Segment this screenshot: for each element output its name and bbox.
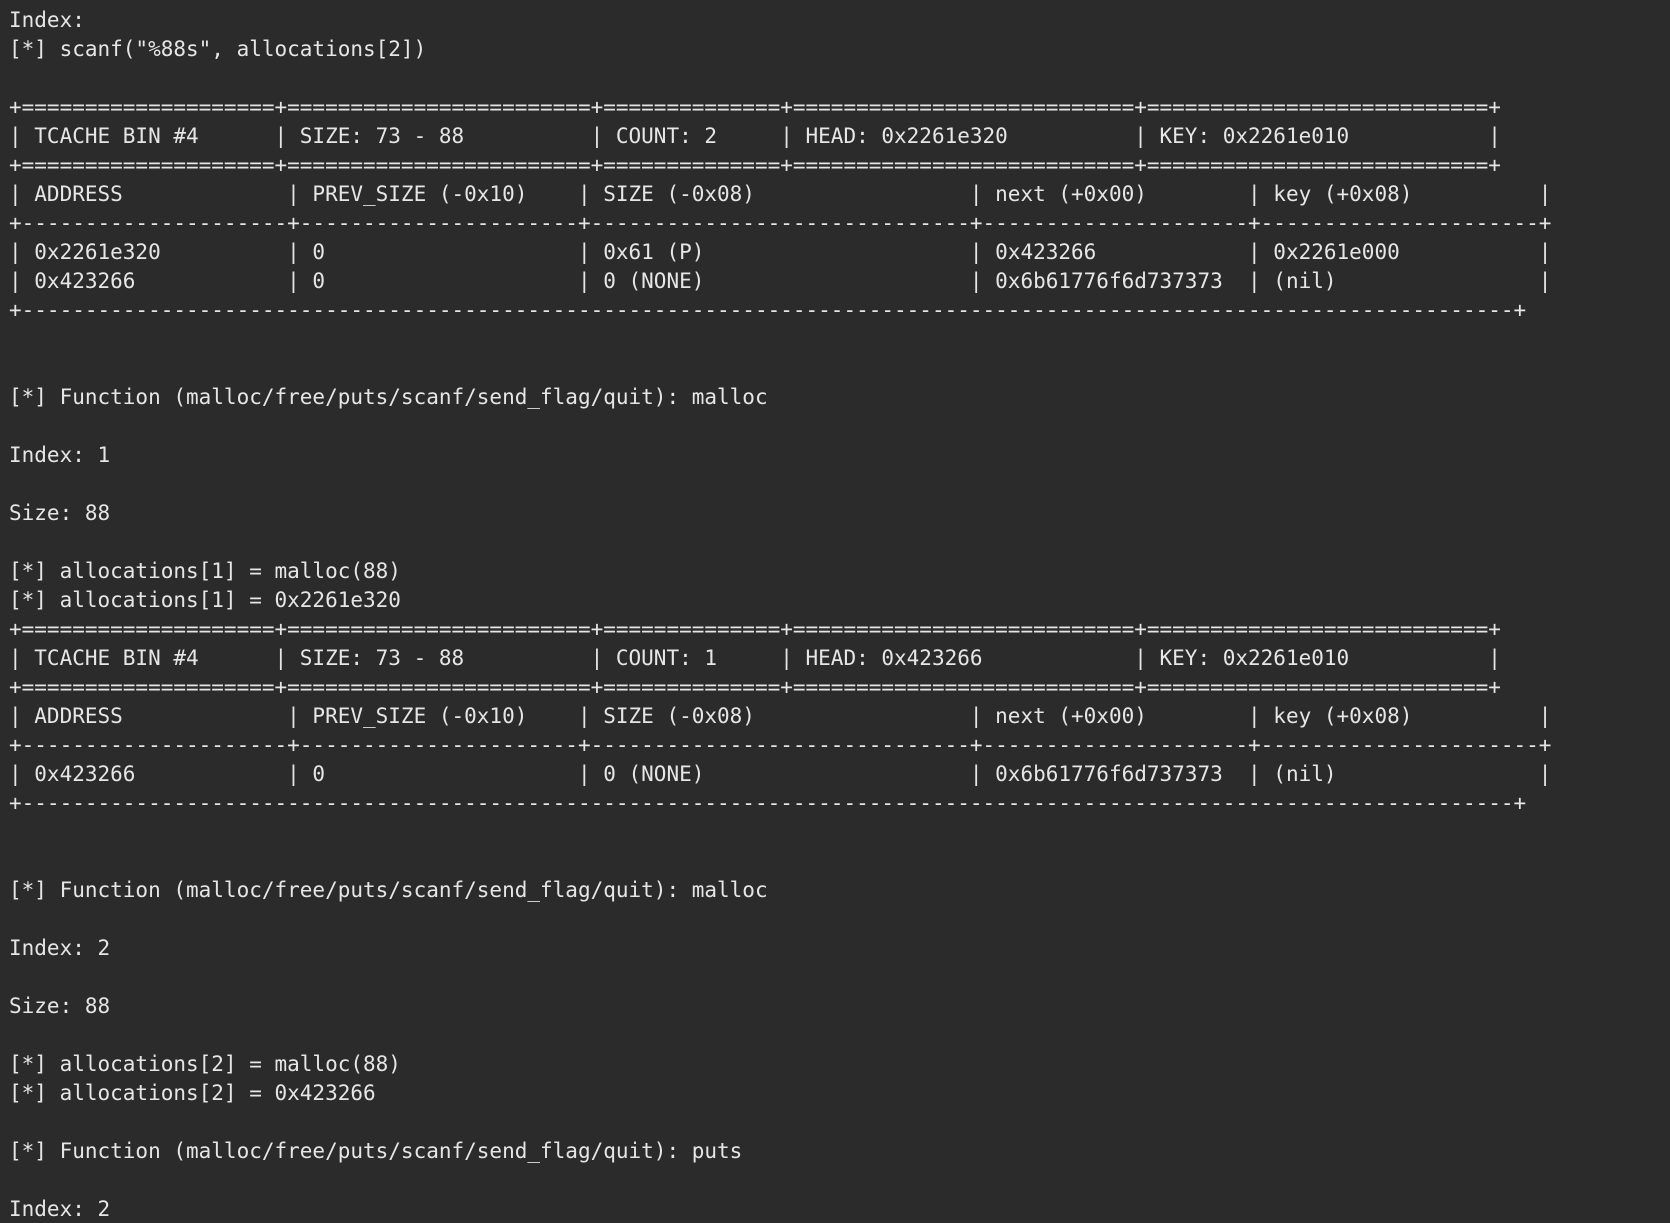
terminal-line: [*] scanf("%88s", allocations[2]) bbox=[9, 37, 427, 61]
index-prompt: Index: 2 bbox=[9, 1197, 111, 1221]
allocation-log: [*] allocations[1] = malloc(88) bbox=[9, 559, 401, 583]
tcache-table-row: | 0x423266 | 0 | 0 (NONE) | 0x6b61776f6d… bbox=[9, 269, 1552, 293]
tcache-table-border: +====================+==================… bbox=[9, 95, 1501, 119]
terminal-line: Index: bbox=[9, 8, 85, 32]
index-prompt: Index: 2 bbox=[9, 936, 111, 960]
index-prompt: Index: 1 bbox=[9, 443, 111, 467]
tcache-bin-header: | TCACHE BIN #4 | SIZE: 73 - 88 | COUNT:… bbox=[9, 646, 1501, 670]
allocation-log: [*] allocations[1] = 0x2261e320 bbox=[9, 588, 401, 612]
tcache-table-row: | 0x2261e320 | 0 | 0x61 (P) | 0x423266 |… bbox=[9, 240, 1552, 264]
allocation-log: [*] allocations[2] = 0x423266 bbox=[9, 1081, 376, 1105]
terminal-output[interactable]: Index: [*] scanf("%88s", allocations[2])… bbox=[0, 0, 1670, 1223]
tcache-bin-header: | TCACHE BIN #4 | SIZE: 73 - 88 | COUNT:… bbox=[9, 124, 1501, 148]
size-prompt: Size: 88 bbox=[9, 994, 111, 1018]
function-prompt: [*] Function (malloc/free/puts/scanf/sen… bbox=[9, 385, 768, 409]
tcache-table-border: +---------------------------------------… bbox=[9, 791, 1527, 815]
function-prompt: [*] Function (malloc/free/puts/scanf/sen… bbox=[9, 1139, 743, 1163]
tcache-table-border: +---------------------+-----------------… bbox=[9, 733, 1552, 757]
tcache-column-headers: | ADDRESS | PREV_SIZE (-0x10) | SIZE (-0… bbox=[9, 704, 1552, 728]
tcache-column-headers: | ADDRESS | PREV_SIZE (-0x10) | SIZE (-0… bbox=[9, 182, 1552, 206]
size-prompt: Size: 88 bbox=[9, 501, 111, 525]
function-prompt: [*] Function (malloc/free/puts/scanf/sen… bbox=[9, 878, 768, 902]
tcache-table-row: | 0x423266 | 0 | 0 (NONE) | 0x6b61776f6d… bbox=[9, 762, 1552, 786]
tcache-table-border: +====================+==================… bbox=[9, 617, 1501, 641]
tcache-table-border: +---------------------+-----------------… bbox=[9, 211, 1552, 235]
tcache-table-border: +====================+==================… bbox=[9, 675, 1501, 699]
tcache-table-border: +---------------------------------------… bbox=[9, 298, 1527, 322]
tcache-table-border: +====================+==================… bbox=[9, 153, 1501, 177]
allocation-log: [*] allocations[2] = malloc(88) bbox=[9, 1052, 401, 1076]
